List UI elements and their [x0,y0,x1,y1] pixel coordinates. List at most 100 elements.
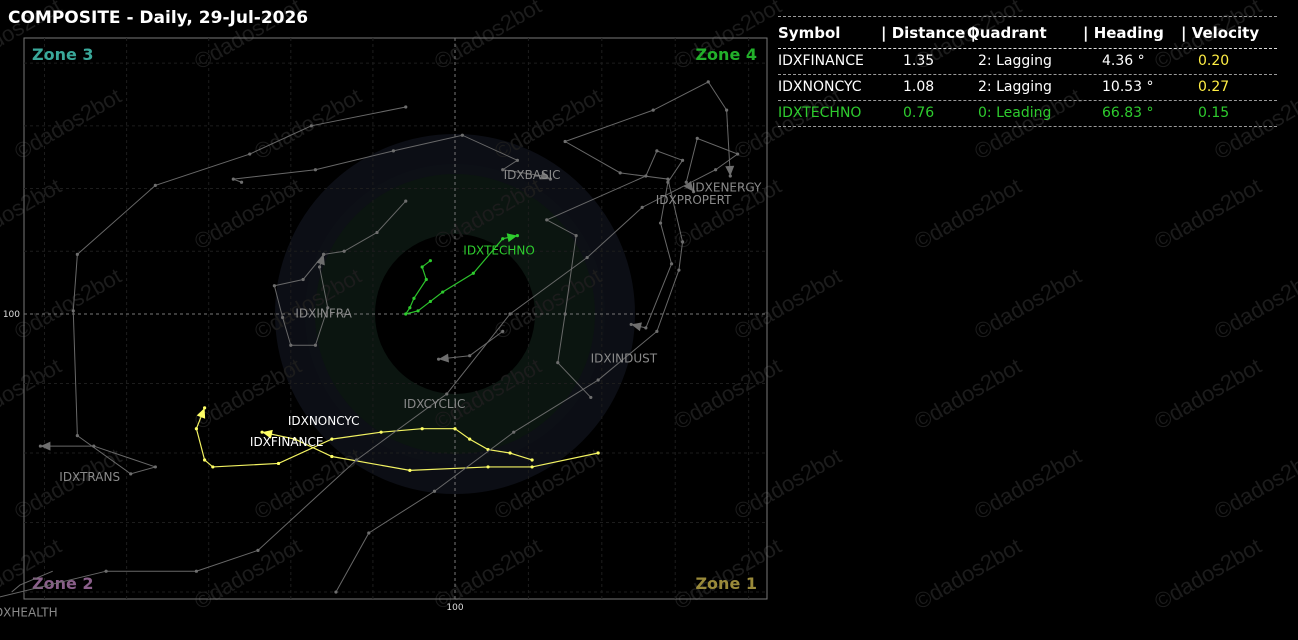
watermark-text: ©dados2bot [1210,443,1298,524]
series-point [640,205,644,209]
series-label: IDXINFRA [295,306,352,320]
series-point [404,312,408,316]
series-point [211,465,215,469]
series-point [574,233,578,238]
series-point [695,136,699,140]
cell-distance: 1.35 [903,53,935,69]
series-point [644,326,648,330]
x-tick-label: 100 [446,603,463,613]
series-point [515,158,520,162]
series-point [420,265,424,269]
series-point [530,465,534,469]
series-point [471,271,475,275]
series-point [680,240,685,244]
series-point [71,309,75,313]
series-point [432,489,437,493]
watermark-text: ©dados2bot [250,83,366,164]
series-point [644,174,648,178]
series-point [317,265,322,269]
series-point [420,427,424,431]
series-point [445,392,449,396]
series-point [408,306,412,310]
series-label: IDXTECHNO [463,243,535,257]
series-point [655,329,659,333]
series-point [404,199,408,203]
series-point [75,252,79,257]
watermark-text: ©dados2bot [190,173,306,254]
series-point [453,427,457,431]
cell-heading: 4.36 ° [1102,53,1145,69]
series-point [153,465,157,469]
watermark-text: ©dados2bot [0,353,66,434]
series-point [313,168,318,172]
series-point [508,312,512,316]
series-label: IDXINDUST [591,352,658,366]
series-point [512,430,516,434]
series-point [666,180,670,184]
cell-symbol: IDXFINANCE [778,53,864,69]
table-header-row: Symbol | Distance | Quadrant | Heading |… [778,16,1277,49]
series-point [428,299,432,304]
series-point [342,249,346,253]
watermark-text: ©dados2bot [1150,353,1266,434]
series-label: IDXFINANCE [250,435,324,449]
watermark-text: ©dados2bot [10,83,126,164]
series-point [203,458,207,462]
table-row: IDXFINANCE 1.35 2: Lagging 4.36 ° 0.20 [778,49,1277,75]
header-distance: | Distance | [881,24,976,42]
series-point [330,454,334,459]
y-tick-label: 100 [3,310,20,320]
cell-distance: 0.76 [903,105,935,121]
table-row: IDXNONCYC 1.08 2: Lagging 10.53 ° 0.27 [778,75,1277,101]
zone-label: Zone 4 [695,45,757,64]
series-arrowhead [725,165,735,176]
watermark-text: ©dados2bot [490,83,606,164]
chart-title: COMPOSITE - Daily, 29-Jul-2026 [8,8,309,28]
series-point [501,329,505,333]
series-point [391,149,396,153]
series-point [153,183,157,188]
series-point [276,461,281,466]
series-label: IDXNONCYC [288,414,360,428]
watermark-text: ©dados2bot [670,353,786,434]
watermark-text: ©dados2bot [1150,533,1266,614]
series-point [460,133,464,137]
series-point [301,277,305,282]
cell-symbol: IDXNONCYC [778,79,862,95]
series-point [556,361,560,365]
cell-quadrant: 0: Leading [978,105,1052,121]
series-point [669,262,674,266]
series-point [680,158,685,162]
series-label: IDXPROPERT [656,193,732,207]
series-point [530,458,534,462]
series-point [589,395,593,400]
series-point [714,168,718,172]
series-point [486,465,490,469]
series-point [416,309,420,313]
series-point [354,458,359,462]
cell-quadrant: 2: Lagging [978,79,1052,95]
series-point [441,290,445,294]
series-point [194,569,198,573]
series-point [563,312,567,316]
series-label: IDXCYCLIC [403,397,465,411]
watermark-text: ©dados2bot [910,353,1026,434]
summary-table: Symbol | Distance | Quadrant | Heading |… [778,16,1277,127]
series-label: IDXHEALTH [0,605,58,619]
series-point [658,221,663,225]
series-point [231,177,235,181]
series-point [501,237,505,241]
series-point [334,590,338,594]
watermark-text: ©dados2bot [1150,173,1266,254]
series-point [272,284,276,288]
series-arrowhead [438,353,450,363]
plot-frame [23,37,768,600]
series-point [677,268,681,272]
series-point [309,124,313,128]
series-arrowhead [40,441,51,451]
series-point [408,468,412,473]
series-point [684,180,688,184]
watermark-text: ©dados2bot [910,533,1026,614]
series-point [375,230,379,235]
series-point [129,472,133,476]
